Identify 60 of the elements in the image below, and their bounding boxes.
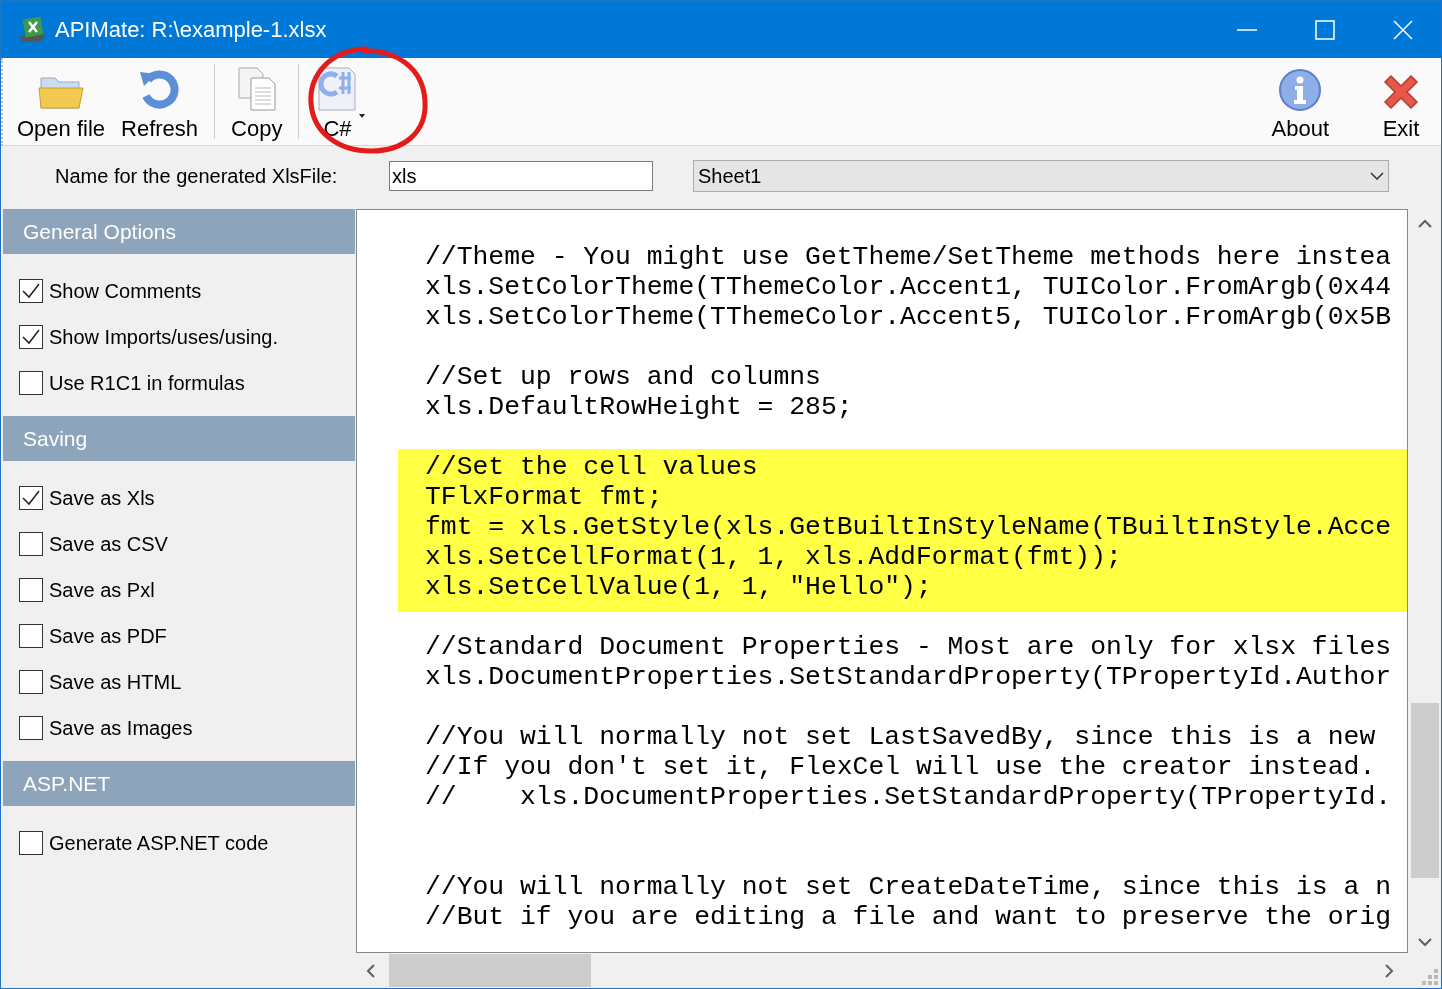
checkbox-label: Use R1C1 in formulas xyxy=(49,371,245,395)
scroll-up-icon[interactable] xyxy=(1417,219,1432,228)
checkbox-label: Generate ASP.NET code xyxy=(49,831,269,855)
chevron-down-icon xyxy=(1370,172,1384,180)
toolbar-button[interactable]: Copy xyxy=(223,58,291,145)
checkbox[interactable] xyxy=(19,578,43,602)
checkbox-label: Save as CSV xyxy=(49,532,168,556)
code-line: //Theme - You might use GetTheme/SetTheme methods here instea xyxy=(425,242,1393,272)
checkbox-label: Save as HTML xyxy=(49,670,182,694)
checkbox-label: Save as Images xyxy=(49,716,193,740)
toolbar-button[interactable]: C# xyxy=(307,58,368,145)
code-line: xls.SetColorTheme(TThemeColor.Accent5, TUIColor.FromArgb(0x5B xyxy=(425,302,1393,332)
toolbar-button[interactable]: About xyxy=(1263,58,1337,145)
code-line: //Standard Document Properties - Most are only for xlsx files xyxy=(425,632,1393,662)
checkbox[interactable] xyxy=(19,325,43,349)
checkbox[interactable] xyxy=(19,279,43,303)
checkbox[interactable] xyxy=(19,831,43,855)
code-line: xls.DefaultRowHeight = 285; xyxy=(425,392,854,422)
scroll-right-icon[interactable] xyxy=(1385,963,1394,978)
code-line: //Set up rows and columns xyxy=(425,362,822,392)
window-title: APIMate: R:\example-1.xlsx xyxy=(55,16,328,43)
toolbar-button[interactable]: Open file xyxy=(9,58,114,145)
code-editor[interactable] xyxy=(356,209,1408,953)
checkbox-label: Save as Pxl xyxy=(49,578,155,602)
section-header: General Options xyxy=(3,209,355,254)
checkbox[interactable] xyxy=(19,486,43,510)
code-line: //If you don't set it, FlexCel will use the creator instead. xyxy=(425,752,1377,782)
field-label: Name for the generated XlsFile: xyxy=(55,164,339,188)
scroll-left-icon[interactable] xyxy=(366,963,375,978)
checkbox[interactable] xyxy=(19,670,43,694)
scrollbar-thumb[interactable] xyxy=(1410,703,1439,878)
checkbox-label: Show Comments xyxy=(49,279,202,303)
checkbox[interactable] xyxy=(19,716,43,740)
close-icon[interactable] xyxy=(1393,19,1413,40)
toolbar-button[interactable]: Exit xyxy=(1373,58,1429,145)
info-icon xyxy=(1278,68,1323,112)
app-icon xyxy=(17,15,47,44)
checkbox-label: Show Imports/uses/using. xyxy=(49,325,278,349)
checkbox[interactable] xyxy=(19,624,43,648)
dropdown-caret-icon[interactable] xyxy=(359,114,366,118)
scroll-down-icon[interactable] xyxy=(1417,938,1432,947)
code-line: //But if you are editing a file and want to preserve the orig xyxy=(425,902,1393,932)
sheet-dropdown[interactable]: Sheet1 xyxy=(693,160,1389,192)
section-header: ASP.NET xyxy=(3,761,355,806)
section-header: Saving xyxy=(3,416,355,461)
maximize-icon[interactable] xyxy=(1315,19,1335,40)
code-line: //You will normally not set LastSavedBy, since this is a new xyxy=(425,722,1377,752)
code-line: xls.DocumentProperties.SetStandardProperty(TPropertyId.Author xyxy=(425,662,1393,692)
code-line: xls.SetColorTheme(TThemeColor.Accent1, TUIColor.FromArgb(0x44 xyxy=(425,272,1393,302)
code-line: //You will normally not set CreateDateTime, since this is a n xyxy=(425,872,1393,902)
toolbar-button[interactable]: Refresh xyxy=(113,58,207,145)
scrollbar-thumb[interactable] xyxy=(389,954,591,987)
checkbox[interactable] xyxy=(19,532,43,556)
close-icon xyxy=(1381,72,1421,112)
checkbox[interactable] xyxy=(19,371,43,395)
code-line: // xls.DocumentProperties.SetStandardProperty(TPropertyId. xyxy=(425,782,1393,812)
checkbox-label: Save as Xls xyxy=(49,486,155,510)
checkbox-label: Save as PDF xyxy=(49,624,167,648)
xlsfile-name-field[interactable]: xls xyxy=(389,161,653,191)
resize-grip-icon[interactable] xyxy=(1422,969,1438,985)
